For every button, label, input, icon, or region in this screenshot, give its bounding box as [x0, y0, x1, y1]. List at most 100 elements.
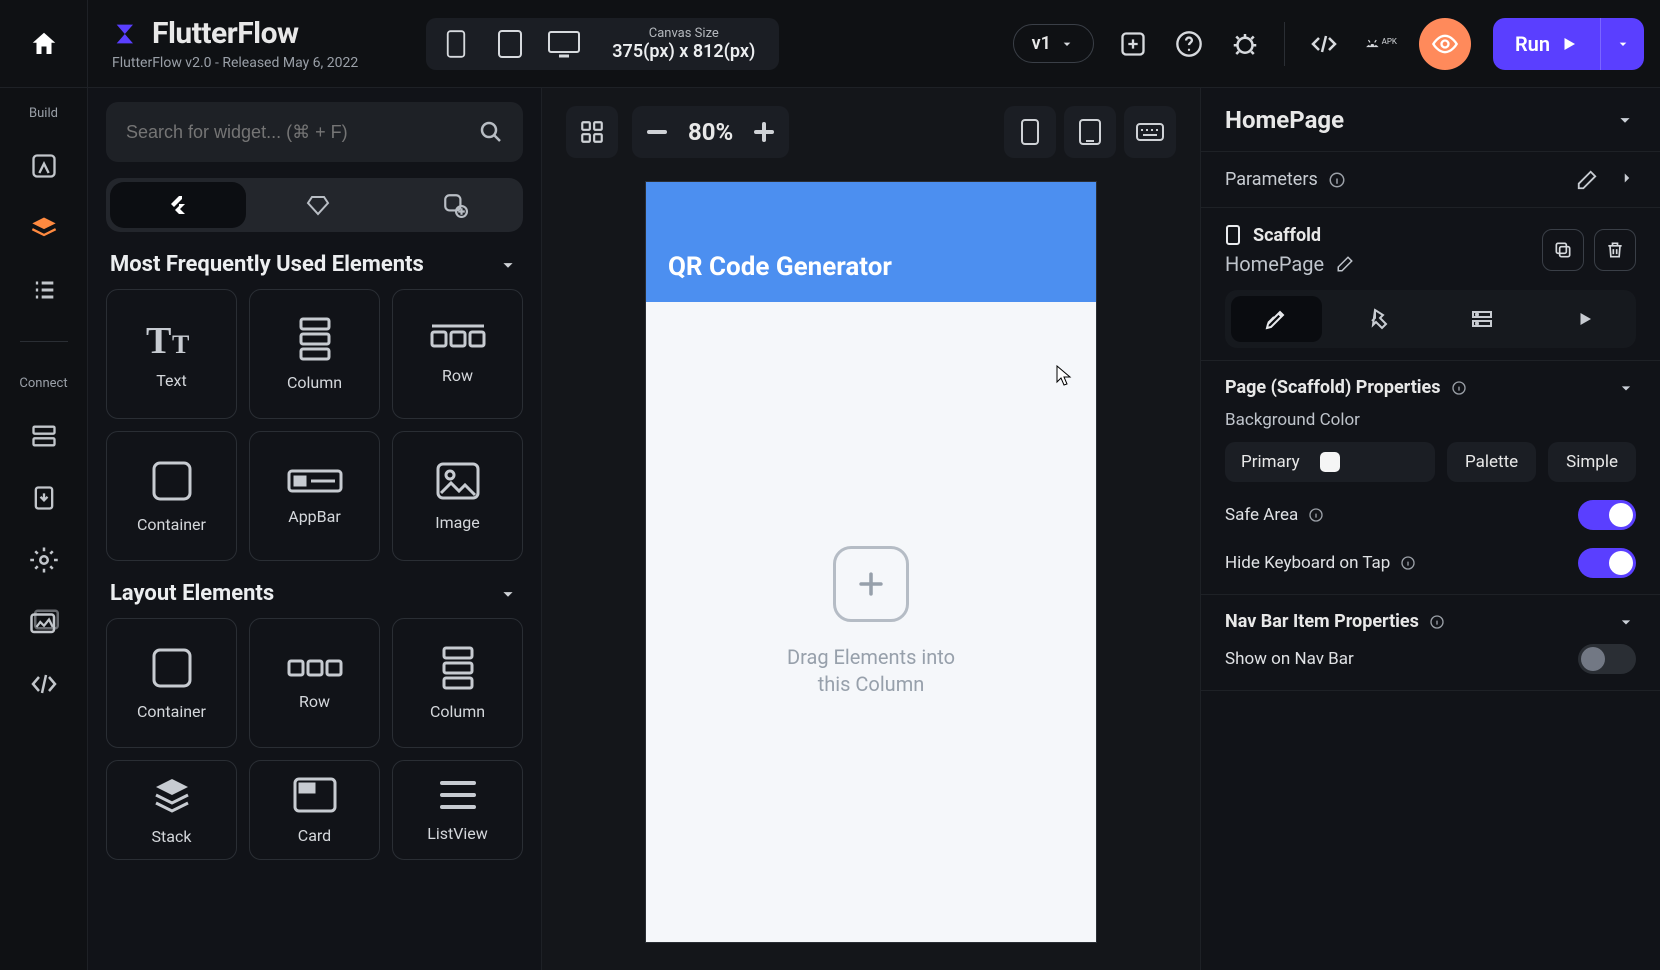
canvas-area: 80% QR Code Generator Drag Elements into…	[542, 88, 1200, 970]
canvas-drop-hint: Drag Elements into this Column	[787, 644, 955, 698]
info-icon	[1429, 614, 1445, 630]
tab-animations[interactable]	[1539, 296, 1630, 342]
add-component-icon	[442, 192, 468, 218]
zoom-out-button[interactable]	[632, 130, 682, 134]
rail-media-button[interactable]	[27, 605, 61, 639]
edit-name-button[interactable]	[1336, 255, 1354, 273]
svg-text:T: T	[146, 320, 171, 359]
page-title: HomePage	[1225, 106, 1344, 134]
element-column-2[interactable]: Column	[392, 618, 523, 748]
element-row[interactable]: Row	[392, 289, 523, 419]
section-header-layout[interactable]: Layout Elements	[110, 581, 519, 606]
safe-area-toggle[interactable]	[1578, 500, 1636, 530]
show-navbar-toggle[interactable]	[1578, 644, 1636, 674]
run-dropdown[interactable]	[1600, 18, 1644, 70]
zoom-value: 80%	[682, 118, 739, 146]
flutter-icon	[166, 193, 190, 217]
chevron-down-icon	[497, 254, 519, 276]
canvas-appbar[interactable]: QR Code Generator	[646, 182, 1096, 302]
element-card[interactable]: Card	[249, 760, 380, 860]
tab-backend[interactable]	[1437, 296, 1528, 342]
device-desktop-button[interactable]	[544, 24, 584, 64]
rail-code-button[interactable]	[27, 667, 61, 701]
edit-params-button[interactable]	[1576, 169, 1598, 191]
keyboard-toggle-button[interactable]	[1124, 106, 1176, 158]
hide-keyboard-toggle[interactable]	[1578, 548, 1636, 578]
run-button-group: Run	[1493, 18, 1644, 70]
section-header-mfu[interactable]: Most Frequently Used Elements	[110, 252, 519, 277]
tab-custom[interactable]	[387, 178, 523, 232]
scaffold-label: Scaffold	[1253, 225, 1321, 246]
tab-flutter[interactable]	[110, 182, 246, 228]
widget-search-input[interactable]	[126, 122, 479, 143]
tab-premium[interactable]	[250, 178, 386, 232]
rail-database-button[interactable]	[27, 419, 61, 453]
home-button[interactable]	[0, 0, 88, 88]
chevron-down-icon	[497, 583, 519, 605]
navbar-props-label: Nav Bar Item Properties	[1225, 611, 1419, 632]
rail-connect-label: Connect	[19, 376, 67, 391]
preview-phone-button[interactable]	[1004, 106, 1056, 158]
element-row-2[interactable]: Row	[249, 618, 380, 748]
rail-tree-button[interactable]	[27, 273, 61, 307]
rail-settings-button[interactable]	[27, 543, 61, 577]
element-container[interactable]: Container	[106, 431, 237, 561]
properties-tabs	[1225, 290, 1636, 348]
properties-panel: HomePage Parameters Scaffold HomePage	[1200, 88, 1660, 970]
section-title-mfu: Most Frequently Used Elements	[110, 252, 424, 277]
device-tablet-button[interactable]	[490, 24, 530, 64]
rail-layers-button[interactable]	[27, 211, 61, 245]
add-page-button[interactable]	[1116, 27, 1150, 61]
preview-tablet-button[interactable]	[1064, 106, 1116, 158]
app-title: FlutterFlow	[152, 16, 299, 51]
code-view-button[interactable]	[1307, 27, 1341, 61]
rail-download-button[interactable]	[27, 481, 61, 515]
params-forward-button[interactable]	[1618, 169, 1636, 191]
device-selector: Canvas Size 375(px) x 812(px)	[426, 18, 779, 70]
app-subtitle: FlutterFlow v2.0 - Released May 6, 2022	[112, 55, 358, 71]
tab-actions[interactable]	[1334, 296, 1425, 342]
info-icon	[1451, 380, 1467, 396]
preview-button[interactable]	[1419, 18, 1471, 70]
tab-design[interactable]	[1231, 296, 1322, 342]
canvas-body-column[interactable]: Drag Elements into this Column	[646, 302, 1096, 942]
rail-widgets-button[interactable]	[27, 149, 61, 183]
eye-icon	[1431, 30, 1459, 58]
add-element-icon	[833, 546, 909, 622]
zoom-in-button[interactable]	[739, 122, 789, 142]
canvas-size-label: Canvas Size	[649, 26, 719, 41]
version-dropdown[interactable]: v1	[1013, 24, 1094, 63]
palette-button[interactable]: Palette	[1447, 442, 1536, 482]
color-primary-chip[interactable]: Primary	[1225, 442, 1435, 482]
device-phone-button[interactable]	[436, 24, 476, 64]
element-text[interactable]: TTText	[106, 289, 237, 419]
chevron-down-icon[interactable]	[1616, 612, 1636, 632]
info-icon	[1400, 555, 1416, 571]
element-container-2[interactable]: Container	[106, 618, 237, 748]
canvas-size-value: 375(px) x 812(px)	[612, 41, 755, 62]
show-navbar-label: Show on Nav Bar	[1225, 649, 1354, 669]
run-button[interactable]: Run	[1493, 32, 1600, 56]
device-canvas[interactable]: QR Code Generator Drag Elements into thi…	[646, 182, 1096, 942]
info-icon	[1328, 171, 1346, 189]
chevron-down-icon	[1615, 36, 1631, 52]
element-listview[interactable]: ListView	[392, 760, 523, 860]
element-image[interactable]: Image	[392, 431, 523, 561]
element-stack[interactable]: Stack	[106, 760, 237, 860]
canvas-screenshot-button[interactable]	[566, 106, 618, 158]
apk-download-button[interactable]: APK	[1363, 27, 1397, 61]
delete-button[interactable]	[1594, 229, 1636, 271]
simple-button[interactable]: Simple	[1548, 442, 1636, 482]
copy-button[interactable]	[1542, 229, 1584, 271]
chevron-down-icon[interactable]	[1614, 109, 1636, 131]
svg-text:T: T	[172, 330, 189, 359]
help-button[interactable]	[1172, 27, 1206, 61]
widget-search[interactable]	[106, 102, 523, 162]
flutterflow-logo-icon	[112, 20, 140, 48]
bug-report-button[interactable]	[1228, 27, 1262, 61]
element-column[interactable]: Column	[249, 289, 380, 419]
chevron-down-icon[interactable]	[1616, 378, 1636, 398]
chevron-down-icon	[1059, 36, 1075, 52]
element-appbar[interactable]: AppBar	[249, 431, 380, 561]
section-title-layout: Layout Elements	[110, 581, 274, 606]
